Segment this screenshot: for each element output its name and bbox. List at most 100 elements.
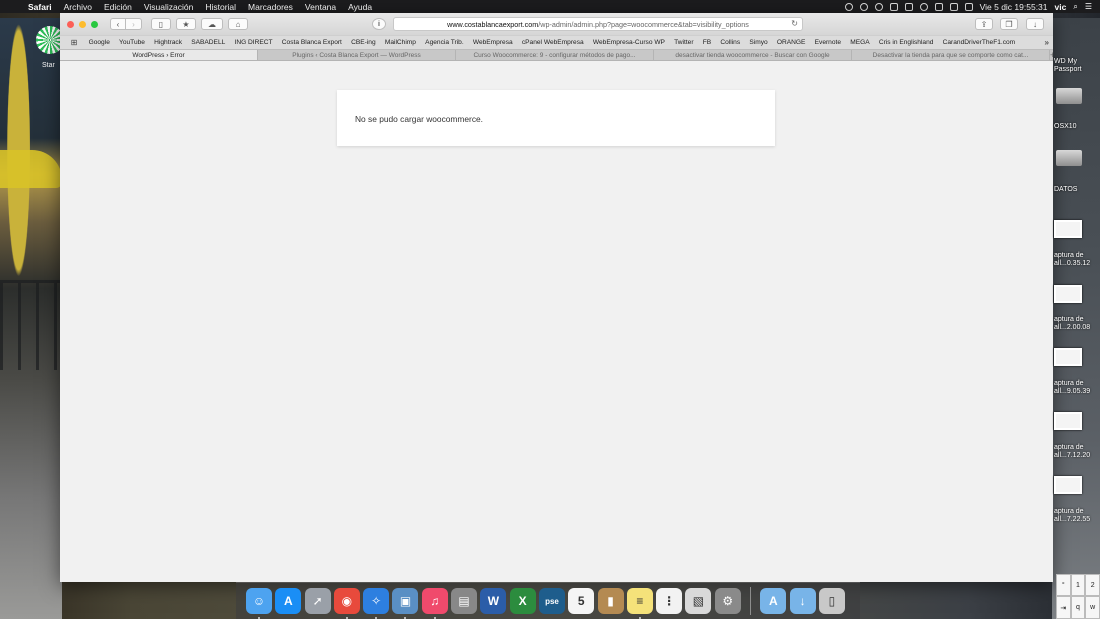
sidebar-toggle-button[interactable]: ▯: [151, 18, 171, 30]
new-tab-button[interactable]: +: [1050, 50, 1053, 60]
back-button[interactable]: ‹: [110, 18, 126, 30]
bookmark-item[interactable]: Hightrack: [150, 39, 187, 46]
status-airplay-icon[interactable]: [904, 2, 913, 11]
bookmark-item[interactable]: WebEmpresa: [468, 39, 517, 46]
itunes-icon[interactable]: ♫: [421, 588, 448, 619]
menu-marcadores[interactable]: Marcadores: [242, 2, 299, 12]
bookmark-item[interactable]: cPanel WebEmpresa: [517, 39, 588, 46]
menubar-user[interactable]: vic: [1055, 2, 1067, 12]
bookmark-item[interactable]: SABADELL: [187, 39, 230, 46]
drive-icon[interactable]: [1056, 88, 1082, 104]
preview-icon[interactable]: ▣: [392, 588, 419, 619]
tab-wordpress-error[interactable]: WordPress › Error: [60, 50, 258, 60]
drive-icon[interactable]: [1056, 150, 1082, 166]
preview-photos-icon[interactable]: ▧: [685, 588, 712, 614]
system-preferences-icon[interactable]: ⚙: [714, 588, 741, 614]
bookmark-item[interactable]: Agencia Trib.: [421, 39, 469, 46]
bookmark-item[interactable]: Collins: [716, 39, 745, 46]
menu-app-name[interactable]: Safari: [22, 2, 58, 12]
screenshot-thumbnail-icon[interactable]: [1054, 220, 1082, 238]
launchpad-icon[interactable]: ➚: [304, 588, 331, 614]
app-store-icon[interactable]: A: [275, 588, 302, 614]
bookmark-item[interactable]: Simyo: [745, 39, 773, 46]
desktop-item-screenshot[interactable]: aptura de all...7.12.20: [1054, 444, 1100, 460]
maximize-window-button[interactable]: [91, 20, 98, 28]
bookmark-item[interactable]: Google: [84, 39, 114, 46]
bookmark-item[interactable]: Twitter: [670, 39, 699, 46]
reload-icon[interactable]: ↻: [791, 19, 798, 28]
status-window-icon[interactable]: [889, 2, 898, 11]
bookmark-item[interactable]: CarandDriverTheF1.com: [938, 39, 1020, 46]
icloud-tabs-button[interactable]: ☁: [201, 18, 223, 30]
menubar-clock[interactable]: Vie 5 dic 19:55:31: [980, 2, 1048, 12]
bookmark-item[interactable]: Cris in Englishland: [874, 39, 938, 46]
safari-icon[interactable]: ✧: [363, 588, 390, 619]
address-bar[interactable]: www.costablancaexport.com/wp-admin/admin…: [393, 17, 803, 31]
calc-key[interactable]: °: [1056, 574, 1071, 596]
downloads-folder-icon[interactable]: ↓: [789, 588, 816, 614]
calc-key[interactable]: q: [1070, 596, 1086, 619]
reading-list-button[interactable]: ★: [176, 18, 196, 30]
site-info-icon[interactable]: i: [372, 18, 386, 30]
scanner-icon[interactable]: ▤: [451, 588, 478, 614]
notification-center-icon[interactable]: ☰: [1085, 2, 1092, 11]
forward-button[interactable]: ›: [126, 18, 142, 30]
menu-ayuda[interactable]: Ayuda: [342, 2, 378, 12]
menu-historial[interactable]: Historial: [199, 2, 242, 12]
calendar-icon[interactable]: 5: [568, 588, 595, 614]
status-wifi-icon[interactable]: [949, 2, 958, 11]
bookmark-item[interactable]: MEGA: [846, 39, 875, 46]
trash-icon[interactable]: ▯: [818, 588, 845, 614]
status-bluetooth-icon[interactable]: [934, 2, 943, 11]
screenshot-thumbnail-icon[interactable]: [1054, 285, 1082, 303]
word-icon[interactable]: W: [480, 588, 507, 614]
menu-archivo[interactable]: Archivo: [58, 2, 98, 12]
tab-plugins[interactable]: Plugins ‹ Costa Blanca Export — WordPres…: [258, 50, 456, 60]
bookmark-item[interactable]: FB: [698, 39, 716, 46]
photoshop-icon[interactable]: pse: [538, 588, 565, 614]
desktop-item-screenshot[interactable]: aptura de all...9.05.39: [1054, 380, 1100, 396]
desktop-item-screenshot[interactable]: aptura de all...7.22.55: [1054, 508, 1100, 524]
desktop-item-screenshot[interactable]: aptura de all...2.00.08: [1054, 316, 1100, 332]
screenshot-thumbnail-icon[interactable]: [1054, 412, 1082, 430]
downloads-button[interactable]: ↓: [1026, 18, 1044, 30]
bookmark-item[interactable]: ING DIRECT: [230, 39, 277, 46]
calc-key[interactable]: 2: [1085, 574, 1100, 596]
bookmark-item[interactable]: MailChimp: [380, 39, 420, 46]
tab-desactivar-tienda[interactable]: Desactivar la tienda para que se comport…: [852, 50, 1050, 60]
excel-icon[interactable]: X: [509, 588, 536, 614]
desktop-item-datos[interactable]: DATOS: [1054, 186, 1077, 194]
chrome-icon[interactable]: ◉: [333, 588, 360, 619]
search-icon[interactable]: ⌕: [1073, 2, 1077, 12]
bookmark-item[interactable]: CBE-ing: [346, 39, 380, 46]
screenshot-thumbnail-icon[interactable]: [1054, 476, 1082, 494]
status-battery-icon[interactable]: [964, 2, 973, 11]
menu-ventana[interactable]: Ventana: [299, 2, 342, 12]
desktop-item-osx10[interactable]: OSX10: [1054, 123, 1077, 131]
top-sites-grid-icon[interactable]: ⊞: [64, 38, 84, 47]
calc-key[interactable]: 1: [1070, 574, 1086, 596]
tab-curso-woocommerce[interactable]: Curso Woocommerce: 9 - configurar método…: [456, 50, 654, 60]
bookmark-item[interactable]: WebEmpresa-Curso WP: [588, 39, 669, 46]
calc-key[interactable]: w: [1085, 596, 1100, 619]
calc-key[interactable]: ⇥: [1056, 596, 1071, 619]
status-app-icon[interactable]: [874, 2, 883, 11]
finder-icon[interactable]: ☺: [246, 588, 272, 619]
share-button[interactable]: ⇪: [975, 18, 993, 30]
menu-visualizacion[interactable]: Visualización: [138, 2, 199, 12]
home-button[interactable]: ⌂: [228, 18, 248, 30]
bookmark-item[interactable]: Evernote: [810, 39, 846, 46]
bookmark-item[interactable]: ORANGE: [772, 39, 810, 46]
notes-icon[interactable]: ≡: [626, 588, 653, 619]
screenshot-thumbnail-icon[interactable]: [1054, 348, 1082, 366]
desktop-item-wd-passport[interactable]: WD My Passport: [1054, 58, 1100, 74]
desktop-item-screenshot[interactable]: aptura de all...0.35.12: [1054, 252, 1100, 268]
status-sync-icon[interactable]: [859, 2, 868, 11]
show-all-tabs-button[interactable]: ❐: [1000, 18, 1018, 30]
close-window-button[interactable]: [67, 20, 74, 28]
contacts-icon[interactable]: ▮: [597, 588, 624, 614]
reminders-icon[interactable]: ⋮: [656, 588, 683, 614]
tab-google-search[interactable]: desactivar tienda woocommerce - Buscar c…: [654, 50, 852, 60]
applications-folder-icon[interactable]: A: [760, 588, 787, 614]
bookmark-item[interactable]: Costa Blanca Export: [277, 39, 346, 46]
